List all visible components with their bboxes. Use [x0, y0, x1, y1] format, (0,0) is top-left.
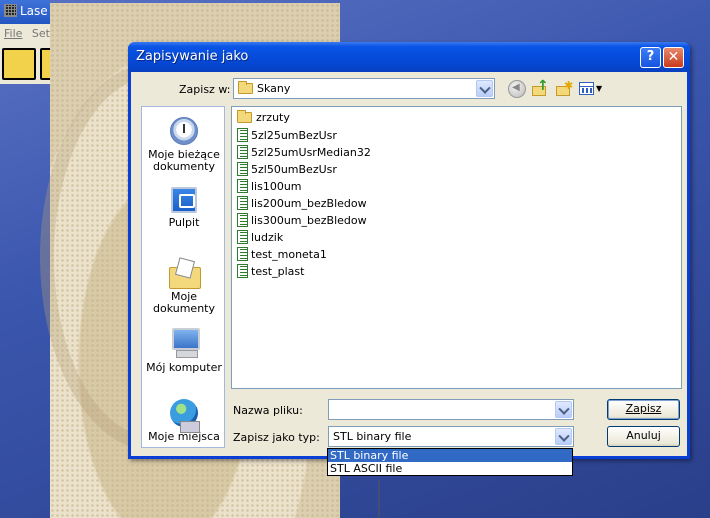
- desktop-icon: [171, 187, 197, 213]
- place-label: Moje dokumenty: [153, 290, 215, 315]
- background-app-title: Lase: [20, 4, 48, 18]
- list-item[interactable]: lis200um_bezBledow: [237, 196, 367, 212]
- file-name: ludzik: [251, 231, 284, 244]
- place-network[interactable]: Moje miejsca: [142, 399, 226, 443]
- my-documents-icon: [169, 257, 201, 289]
- dialog-titlebar[interactable]: Zapisywanie jako ? ✕: [128, 42, 690, 72]
- back-icon[interactable]: [508, 80, 526, 98]
- filetype-value: STL binary file: [333, 430, 412, 443]
- file-name: 5zl25umUsrMedian32: [251, 146, 371, 159]
- filetype-dropdown-list: STL binary file STL ASCII file: [327, 448, 573, 476]
- chevron-down-icon[interactable]: [555, 428, 572, 445]
- background-app-menu: File Set: [0, 24, 50, 44]
- chevron-down-icon[interactable]: [555, 401, 572, 418]
- save-in-label: Zapisz w:: [179, 83, 231, 96]
- filetype-select[interactable]: STL binary file: [328, 426, 574, 447]
- file-icon: [237, 162, 248, 176]
- filename-label: Nazwa pliku:: [233, 404, 303, 417]
- save-in-value: Skany: [257, 82, 291, 95]
- file-name: 5zl25umBezUsr: [251, 129, 337, 142]
- up-folder-icon[interactable]: ↑: [531, 78, 549, 98]
- list-item[interactable]: lis100um: [237, 179, 302, 195]
- file-icon: [237, 145, 248, 159]
- dialog-title: Zapisywanie jako: [136, 49, 249, 64]
- folder-icon: [237, 110, 252, 123]
- background-app-toolbar: [0, 44, 74, 84]
- file-name: 5zl50umBezUsr: [251, 163, 337, 176]
- place-label: Mój komputer: [146, 361, 222, 374]
- list-item[interactable]: lis300um_bezBledow: [237, 213, 367, 229]
- save-as-dialog: Zapisywanie jako ? ✕ Zapisz w: Skany ↑ ✱…: [128, 42, 690, 459]
- app-system-icon: [4, 4, 17, 17]
- filename-field[interactable]: [328, 399, 574, 420]
- file-icon: [237, 230, 248, 244]
- network-places-icon: [170, 399, 200, 433]
- open-folder-icon[interactable]: [2, 48, 36, 80]
- dropdown-option[interactable]: STL binary file: [328, 449, 572, 462]
- save-button-label: Zapisz: [625, 402, 662, 415]
- place-my-computer[interactable]: Mój komputer: [142, 328, 226, 374]
- new-folder-icon[interactable]: ✱: [555, 79, 573, 98]
- help-button[interactable]: ?: [640, 47, 661, 68]
- file-name: lis300um_bezBledow: [251, 214, 367, 227]
- file-icon: [237, 264, 248, 278]
- file-name: lis100um: [251, 180, 302, 193]
- list-item[interactable]: 5zl25umBezUsr: [237, 128, 337, 144]
- file-name: test_moneta1: [251, 248, 327, 261]
- place-label: Moje bieżące dokumenty: [148, 148, 220, 173]
- divider: [378, 480, 380, 518]
- place-recent-documents[interactable]: Moje bieżące dokumenty: [142, 117, 226, 173]
- places-bar: Moje bieżące dokumenty Pulpit Moje dokum…: [141, 106, 225, 448]
- cancel-button[interactable]: Anuluj: [607, 426, 680, 447]
- my-computer-icon: [168, 328, 200, 358]
- list-item[interactable]: 5zl50umBezUsr: [237, 162, 337, 178]
- file-icon: [237, 196, 248, 210]
- place-label: Pulpit: [168, 216, 200, 229]
- close-button[interactable]: ✕: [663, 47, 684, 68]
- background-app-titlebar: Lase: [0, 0, 50, 24]
- list-item[interactable]: ludzik: [237, 230, 283, 246]
- file-icon: [237, 247, 248, 261]
- save-in-combo[interactable]: Skany: [233, 78, 495, 99]
- recent-documents-icon: [170, 117, 198, 145]
- list-item[interactable]: test_moneta1: [237, 247, 327, 263]
- dropdown-option[interactable]: STL ASCII file: [328, 462, 572, 475]
- menu-file[interactable]: File: [4, 27, 22, 40]
- list-item[interactable]: test_plast: [237, 264, 304, 280]
- file-list[interactable]: zrzuty 5zl25umBezUsr 5zl25umUsrMedian32 …: [231, 106, 682, 389]
- filetype-label: Zapisz jako typ:: [233, 431, 320, 444]
- place-my-documents[interactable]: Moje dokumenty: [142, 257, 226, 315]
- file-icon: [237, 213, 248, 227]
- file-name: test_plast: [251, 265, 305, 278]
- chevron-down-icon[interactable]: [476, 80, 493, 97]
- file-icon: [237, 179, 248, 193]
- save-button[interactable]: Zapisz: [607, 399, 680, 420]
- place-desktop[interactable]: Pulpit: [142, 187, 226, 229]
- list-item[interactable]: zrzuty: [237, 110, 290, 127]
- list-item[interactable]: 5zl25umUsrMedian32: [237, 145, 371, 161]
- file-name: zrzuty: [256, 111, 290, 124]
- folder-icon: [238, 81, 253, 94]
- file-icon: [237, 128, 248, 142]
- file-name: lis200um_bezBledow: [251, 197, 367, 210]
- menu-settings[interactable]: Set: [32, 27, 50, 40]
- view-menu-icon[interactable]: ▼: [579, 80, 603, 98]
